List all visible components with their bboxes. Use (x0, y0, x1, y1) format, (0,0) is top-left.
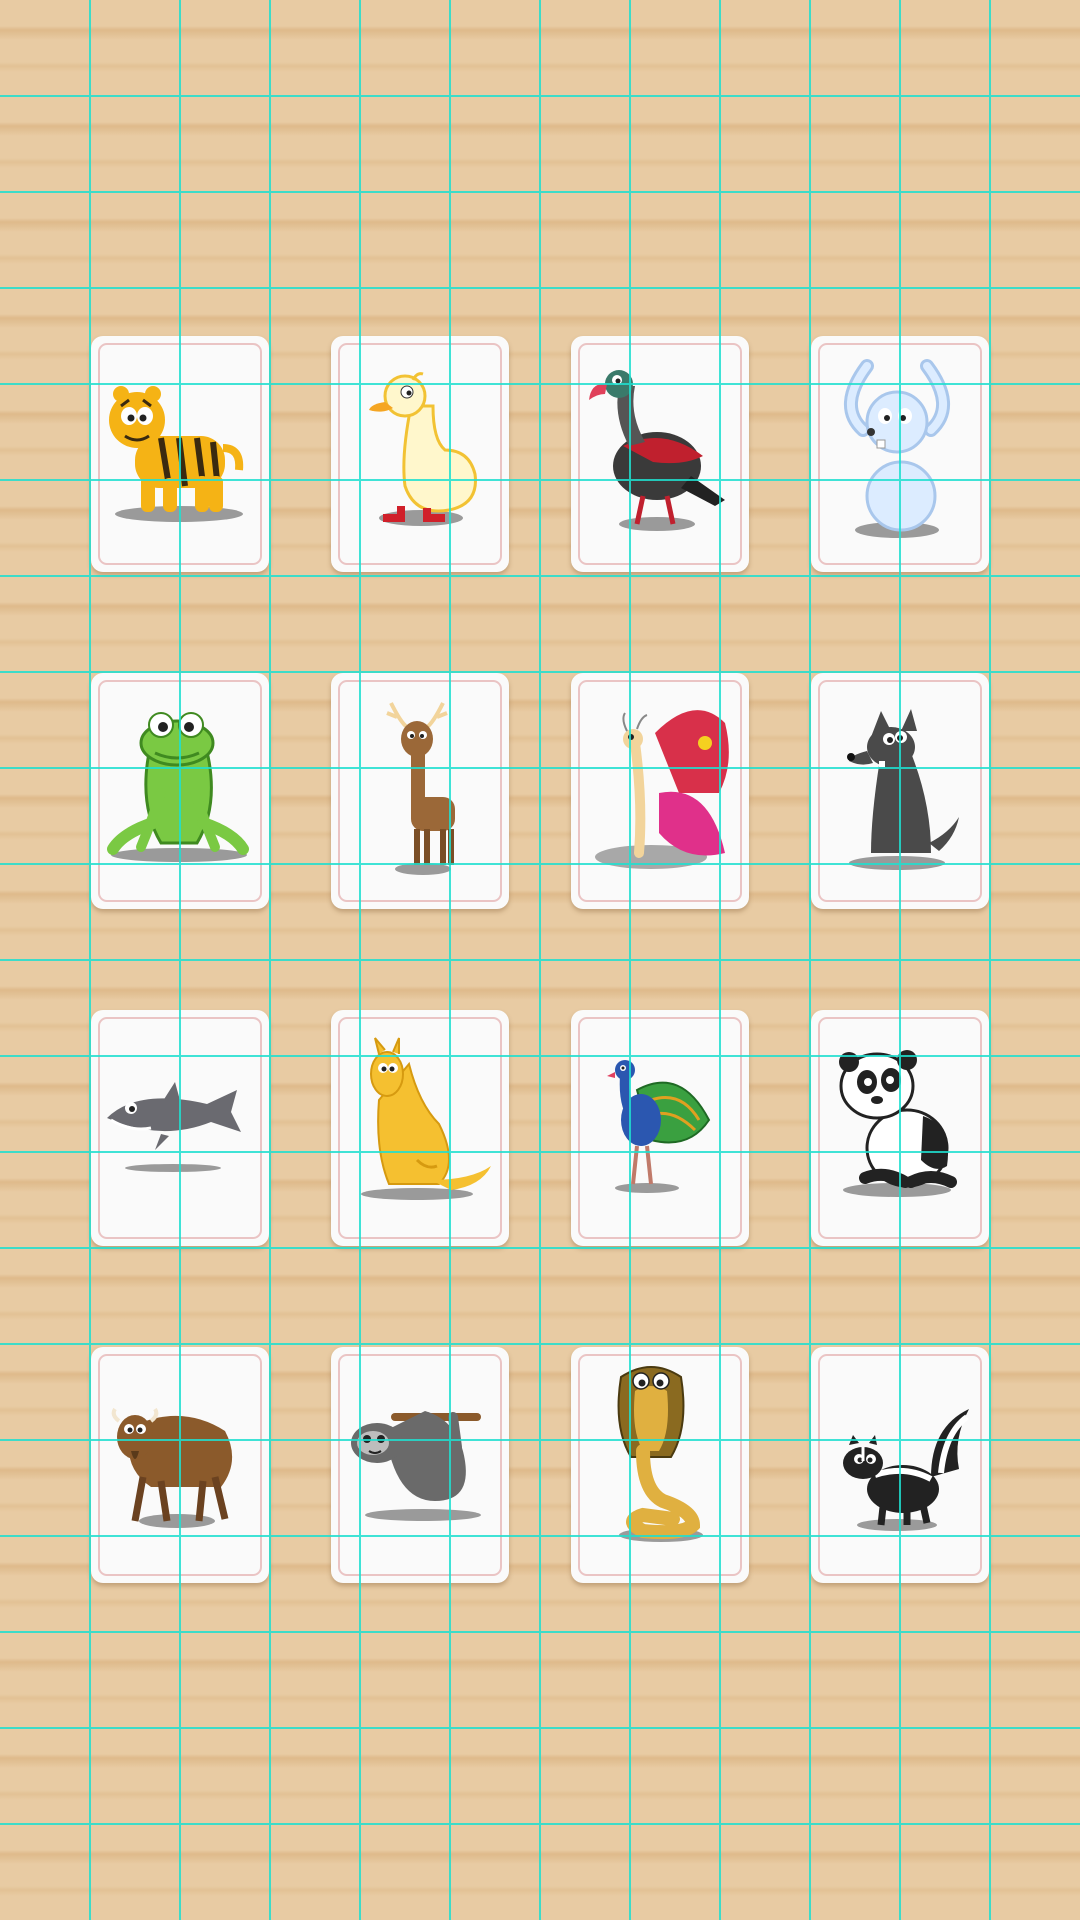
card-duck[interactable] (331, 336, 509, 572)
frog-icon (107, 712, 249, 862)
card-sloth[interactable] (331, 1347, 509, 1583)
card-shark[interactable] (91, 1010, 269, 1246)
kangaroo-icon (361, 1037, 491, 1200)
card-frog[interactable] (91, 673, 269, 909)
game-board (0, 0, 1080, 1920)
card-butterfly[interactable] (571, 673, 749, 909)
card-wolf[interactable] (811, 673, 989, 909)
deer-icon (386, 702, 455, 875)
wolf-icon (847, 709, 959, 870)
shark-icon (107, 1082, 241, 1172)
card-vulture[interactable] (571, 336, 749, 572)
card-tiger[interactable] (91, 336, 269, 572)
butterfly-icon (595, 710, 729, 869)
card-panda[interactable] (811, 1010, 989, 1246)
card-rabbit[interactable] (811, 336, 989, 572)
wildebeest-icon (111, 1407, 233, 1528)
duck-icon (369, 372, 477, 526)
card-skunk[interactable] (811, 1347, 989, 1583)
card-cobra[interactable] (571, 1347, 749, 1583)
cobra-icon (617, 1366, 703, 1542)
skunk-icon (843, 1409, 969, 1531)
card-deer[interactable] (331, 673, 509, 909)
card-peacock[interactable] (571, 1010, 749, 1246)
tiger-icon (109, 386, 244, 522)
card-kangaroo[interactable] (331, 1010, 509, 1246)
card-wildebeest[interactable] (91, 1347, 269, 1583)
peacock-icon (607, 1060, 711, 1193)
vulture-icon (589, 370, 725, 531)
rabbit-icon (843, 359, 951, 538)
panda-icon (839, 1050, 957, 1197)
sloth-icon (351, 1411, 481, 1521)
